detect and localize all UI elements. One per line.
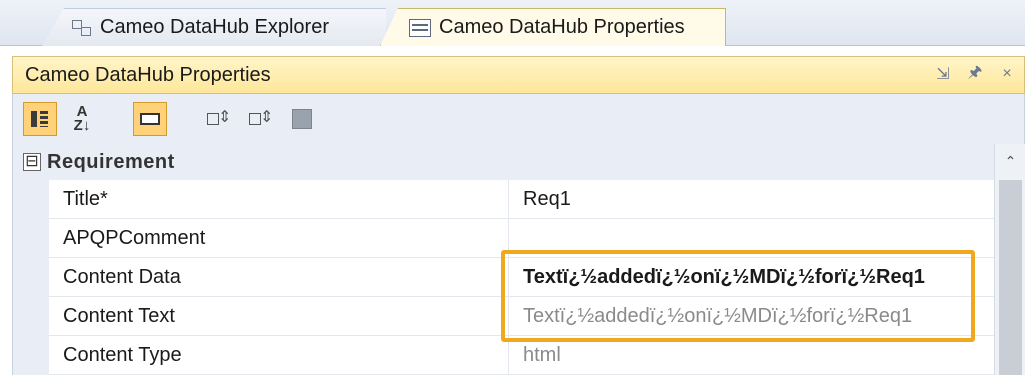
expand-all-icon [206,107,231,129]
collapse-all-button[interactable] [243,102,277,136]
close-icon[interactable]: × [998,65,1016,83]
property-row-content-text[interactable]: Content Text Textï¿½addedï¿½onï¿½MDï¿½fo… [49,297,995,336]
properties-toolbar: A Z↓ [12,94,1025,144]
tab-explorer[interactable]: Cameo DataHub Explorer [42,8,386,46]
property-name: Content Type [49,336,509,374]
grid-gutter [13,180,49,375]
tab-properties[interactable]: Cameo DataHub Properties [380,8,726,46]
description-icon [140,113,160,125]
pin-icon[interactable]: 🖈 [966,64,984,83]
property-value[interactable]: Req1 [509,180,995,218]
scroll-thumb[interactable] [999,180,1022,375]
restore-icon[interactable]: ⇲ [934,65,952,83]
property-rows: Title* Req1 APQPComment Content Data Tex… [49,180,995,375]
disabled-tool-icon [292,109,312,129]
panel-title: Cameo DataHub Properties [25,63,271,86]
category-label: Requirement [47,150,175,173]
panel-controls: ⇲ 🖈 × [934,64,1016,84]
explorer-icon [70,19,92,37]
property-value[interactable]: html [509,336,995,374]
property-name: APQPComment [49,219,509,257]
categorized-button[interactable] [23,102,57,136]
collapse-all-icon [248,107,273,129]
property-name: Content Text [49,297,509,335]
scroll-up-icon[interactable]: ⌃ [995,148,1025,174]
collapse-toggle-icon[interactable]: ⊟ [23,153,41,171]
property-name: Content Data [49,258,509,296]
properties-icon [409,18,431,37]
disabled-tool-button[interactable] [285,102,319,136]
property-value[interactable] [509,219,995,257]
category-row-requirement[interactable]: ⊟ Requirement [13,144,995,180]
property-value[interactable]: Textï¿½addedï¿½onï¿½MDï¿½forï¿½Req1 [509,258,995,296]
tab-explorer-label: Cameo DataHub Explorer [100,16,329,38]
property-row-title[interactable]: Title* Req1 [49,180,995,219]
tab-properties-label: Cameo DataHub Properties [439,16,685,38]
property-name: Title* [49,180,509,218]
property-row-content-data[interactable]: Content Data Textï¿½addedï¿½onï¿½MDï¿½fo… [49,258,995,297]
sort-az-icon: A Z↓ [73,103,91,134]
property-value[interactable]: Textï¿½addedï¿½onï¿½MDï¿½forï¿½Req1 [509,297,995,335]
sort-alphabetical-button[interactable]: A Z↓ [65,102,99,136]
vertical-scrollbar[interactable]: ⌃ [994,144,1025,375]
categorized-icon [30,109,50,129]
property-row-content-type[interactable]: Content Type html [49,336,995,375]
document-tab-strip: Cameo DataHub Explorer Cameo DataHub Pro… [0,0,1025,46]
expand-all-button[interactable] [201,102,235,136]
description-button[interactable] [133,102,167,136]
property-grid: ⊟ Requirement Title* Req1 APQPComment Co… [12,144,995,375]
panel-header: Cameo DataHub Properties ⇲ 🖈 × [12,56,1025,94]
property-row-apqpcomment[interactable]: APQPComment [49,219,995,258]
